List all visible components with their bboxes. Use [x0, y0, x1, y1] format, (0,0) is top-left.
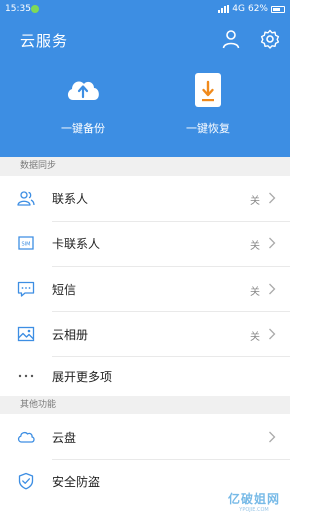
sync-item-gallery[interactable]: 云相册 关 — [0, 311, 290, 356]
status-time: 15:35 — [5, 4, 31, 14]
chevron-right-icon — [269, 283, 276, 295]
sync-item-label: 联系人 — [52, 192, 89, 206]
battery-percent: 62% — [247, 4, 268, 14]
cloud-drive-icon — [17, 431, 35, 443]
status-right: 4G 62% — [218, 4, 285, 14]
signal-icon — [218, 5, 230, 13]
sync-item-label: 短信 — [52, 283, 77, 297]
shield-icon — [18, 472, 34, 490]
status-bar: 15:35 4G 62% — [0, 0, 290, 20]
backup-label: 一键备份 — [61, 122, 105, 135]
sync-item-label: 云相册 — [52, 328, 89, 342]
sync-item-contacts[interactable]: 联系人 关 — [0, 176, 290, 221]
page-title: 云服务 — [20, 32, 69, 50]
restore-label: 一键恢复 — [186, 122, 230, 135]
person-icon[interactable] — [221, 29, 241, 49]
other-item-label: 云盘 — [52, 431, 77, 445]
expand-more-item[interactable]: 展开更多项 — [0, 356, 290, 396]
chevron-right-icon — [269, 192, 276, 204]
chevron-right-icon — [269, 431, 276, 443]
sync-status: 关 — [250, 287, 260, 298]
watermark-sub: YPOJIE.COM — [239, 507, 269, 513]
svg-text:SIM: SIM — [22, 242, 31, 248]
other-item-label: 安全防盗 — [52, 475, 101, 489]
chevron-right-icon — [269, 328, 276, 340]
sync-status: 关 — [250, 241, 260, 252]
gallery-icon — [17, 326, 35, 342]
header: 15:35 4G 62% 云服务 一键备份 一键恢复 — [0, 0, 290, 157]
gear-icon[interactable] — [260, 29, 280, 49]
sync-status: 关 — [250, 196, 260, 207]
cloud-upload-icon — [67, 81, 99, 100]
section-other-label: 其他功能 — [0, 396, 290, 414]
more-dots-icon — [18, 374, 34, 378]
sync-item-sim-contacts[interactable]: SIM 卡联系人 关 — [0, 221, 290, 266]
message-icon — [17, 281, 35, 297]
notification-dot-icon — [31, 5, 39, 13]
backup-button[interactable]: 一键备份 — [28, 70, 138, 136]
chevron-right-icon — [269, 237, 276, 249]
section-sync-label: 数据同步 — [0, 157, 290, 176]
restore-button[interactable]: 一键恢复 — [153, 70, 263, 136]
network-type: 4G — [232, 4, 245, 14]
watermark-logo: 亿破姐网 YPOJIE.COM — [222, 490, 286, 513]
sync-item-label: 卡联系人 — [52, 237, 101, 251]
phone-download-icon — [195, 73, 221, 107]
sync-status: 关 — [250, 332, 260, 343]
contacts-icon — [17, 191, 35, 206]
sim-card-icon: SIM — [18, 236, 34, 250]
expand-more-label: 展开更多项 — [52, 370, 113, 384]
sync-item-sms[interactable]: 短信 关 — [0, 266, 290, 311]
watermark-main: 亿破姐网 — [227, 492, 280, 506]
battery-icon — [271, 5, 285, 13]
other-item-cloud-drive[interactable]: 云盘 — [0, 414, 290, 459]
